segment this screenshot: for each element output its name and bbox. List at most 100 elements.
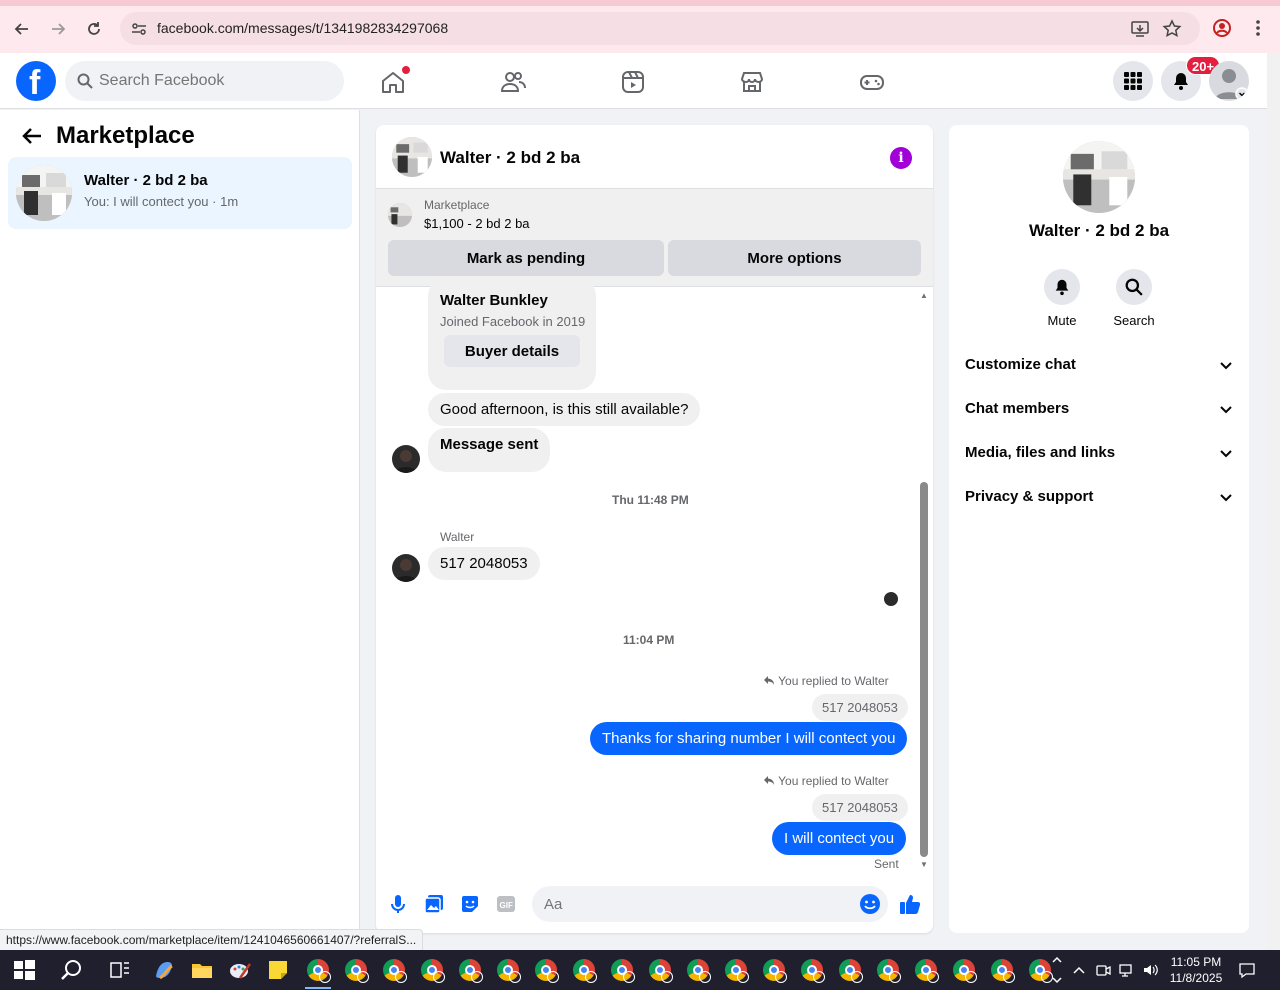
chrome-window-icon[interactable]	[839, 959, 863, 983]
chrome-window-icon[interactable]	[307, 959, 331, 983]
address-bar[interactable]: facebook.com/messages/t/1341982834297068	[120, 12, 1200, 45]
conversation-item[interactable]: Walter · 2 bd 2 ba You: I will contect y…	[8, 157, 352, 229]
buyer-details-button[interactable]: Buyer details	[444, 335, 580, 367]
message-bubble-sent[interactable]: I will contect you	[772, 822, 907, 855]
volume-icon[interactable]	[1142, 962, 1158, 978]
url-text[interactable]: facebook.com/messages/t/1341982834297068	[157, 20, 448, 36]
search-input[interactable]	[99, 71, 329, 91]
message-bubble[interactable]: Good afternoon, is this still available?	[428, 393, 701, 426]
back-icon[interactable]	[10, 17, 34, 41]
facebook-logo[interactable]: f	[16, 61, 56, 102]
site-settings-icon[interactable]	[130, 20, 148, 38]
quoted-message[interactable]: 517 2048053	[812, 694, 908, 721]
sticky-notes-icon[interactable]	[266, 958, 290, 982]
sender-label: Walter	[440, 530, 475, 544]
chrome-window-icon[interactable]	[649, 959, 673, 983]
reply-arrow-icon	[764, 776, 774, 785]
chrome-window-icon[interactable]	[1029, 959, 1053, 983]
mute-action[interactable]: Mute	[1032, 269, 1092, 328]
browser-menu-icon[interactable]	[1247, 17, 1269, 39]
chrome-window-icon[interactable]	[877, 959, 901, 983]
windows-start-icon[interactable]	[12, 958, 36, 982]
forward-icon[interactable]	[46, 17, 70, 41]
search-in-chat-button[interactable]	[1116, 269, 1152, 305]
chrome-window-icon[interactable]	[953, 959, 977, 983]
bookmark-star-icon[interactable]	[1162, 19, 1182, 39]
page-scrollbar[interactable]	[1267, 53, 1280, 950]
chrome-window-icon[interactable]	[611, 959, 635, 983]
sticker-icon[interactable]	[459, 893, 481, 915]
chrome-window-icon[interactable]	[573, 959, 597, 983]
chrome-window-icon[interactable]	[991, 959, 1015, 983]
chat-title[interactable]: Walter · 2 bd 2 ba	[440, 148, 580, 168]
microphone-icon[interactable]	[387, 893, 409, 915]
section-customize-chat[interactable]: Customize chat	[965, 352, 1233, 380]
notification-center-icon[interactable]	[1238, 961, 1256, 979]
chrome-window-icon[interactable]	[383, 959, 407, 983]
photo-icon[interactable]	[423, 893, 445, 915]
info-icon[interactable]: i	[890, 147, 912, 169]
sender-avatar[interactable]	[392, 554, 420, 582]
chevron-down-icon	[1220, 450, 1232, 458]
tray-chevron-up-icon[interactable]	[1071, 962, 1087, 978]
copilot-icon[interactable]	[152, 958, 176, 982]
meet-now-icon[interactable]	[1095, 962, 1111, 978]
quoted-message[interactable]: 517 2048053	[812, 794, 908, 821]
chrome-window-icon[interactable]	[421, 959, 445, 983]
chrome-window-icon[interactable]	[497, 959, 521, 983]
message-input-box[interactable]	[532, 886, 888, 922]
task-view-icon[interactable]	[108, 958, 132, 982]
paint-icon[interactable]	[228, 958, 252, 982]
system-clock[interactable]: 11:05 PM 11/8/2025	[1168, 954, 1224, 986]
reload-icon[interactable]	[82, 17, 106, 41]
back-arrow-icon[interactable]	[20, 124, 44, 148]
install-app-icon[interactable]	[1130, 19, 1150, 39]
file-explorer-icon[interactable]	[190, 958, 214, 982]
listing-price[interactable]: $1,100 - 2 bd 2 ba	[424, 216, 530, 231]
home-notification-dot	[402, 66, 410, 74]
mark-as-pending-button[interactable]: Mark as pending	[388, 240, 664, 276]
profile-icon[interactable]	[1211, 17, 1233, 39]
chrome-window-icon[interactable]	[801, 959, 825, 983]
section-chat-members[interactable]: Chat members	[965, 396, 1233, 424]
mute-button[interactable]	[1044, 269, 1080, 305]
network-icon[interactable]	[1119, 962, 1135, 978]
scroll-up-icon[interactable]: ▲	[919, 292, 929, 300]
account-avatar[interactable]	[1209, 61, 1249, 101]
chrome-window-icon[interactable]	[345, 959, 369, 983]
chrome-window-icon[interactable]	[687, 959, 711, 983]
home-icon[interactable]	[380, 69, 406, 95]
message-bubble[interactable]: Message sent	[428, 428, 551, 472]
section-title: Privacy & support	[965, 488, 1094, 505]
sender-avatar[interactable]	[392, 445, 420, 473]
details-listing-image[interactable]	[1063, 141, 1135, 213]
gaming-icon[interactable]	[859, 69, 885, 95]
message-bubble[interactable]: 517 2048053	[428, 547, 540, 580]
message-input[interactable]	[544, 894, 844, 914]
more-options-button[interactable]: More options	[668, 240, 921, 276]
emoji-icon[interactable]	[859, 893, 881, 915]
section-privacy-support[interactable]: Privacy & support	[965, 484, 1233, 512]
menu-grid-button[interactable]	[1113, 61, 1153, 101]
reply-arrow-icon	[764, 676, 774, 685]
scroll-down-icon[interactable]: ▼	[919, 861, 929, 869]
search-box[interactable]	[65, 61, 344, 101]
video-icon[interactable]	[620, 69, 646, 95]
section-media-files-links[interactable]: Media, files and links	[965, 440, 1233, 468]
taskbar-scroll-icon[interactable]	[1051, 954, 1063, 986]
chat-listing-thumbnail[interactable]	[392, 137, 432, 177]
search-icon[interactable]	[60, 958, 84, 982]
chat-scroll-thumb[interactable]	[920, 482, 928, 857]
friends-icon[interactable]	[500, 69, 526, 95]
chrome-window-icon[interactable]	[535, 959, 559, 983]
thumbs-up-icon[interactable]	[898, 892, 922, 916]
chrome-window-icon[interactable]	[725, 959, 749, 983]
gif-icon[interactable]: GIF	[495, 893, 517, 915]
chrome-window-icon[interactable]	[763, 959, 787, 983]
message-bubble-sent[interactable]: Thanks for sharing number I will contect…	[590, 722, 908, 755]
chrome-window-icon[interactable]	[915, 959, 939, 983]
chrome-window-icon[interactable]	[459, 959, 483, 983]
search-label: Search	[1113, 313, 1155, 328]
marketplace-icon[interactable]	[739, 69, 765, 95]
search-action[interactable]: Search	[1104, 269, 1164, 328]
